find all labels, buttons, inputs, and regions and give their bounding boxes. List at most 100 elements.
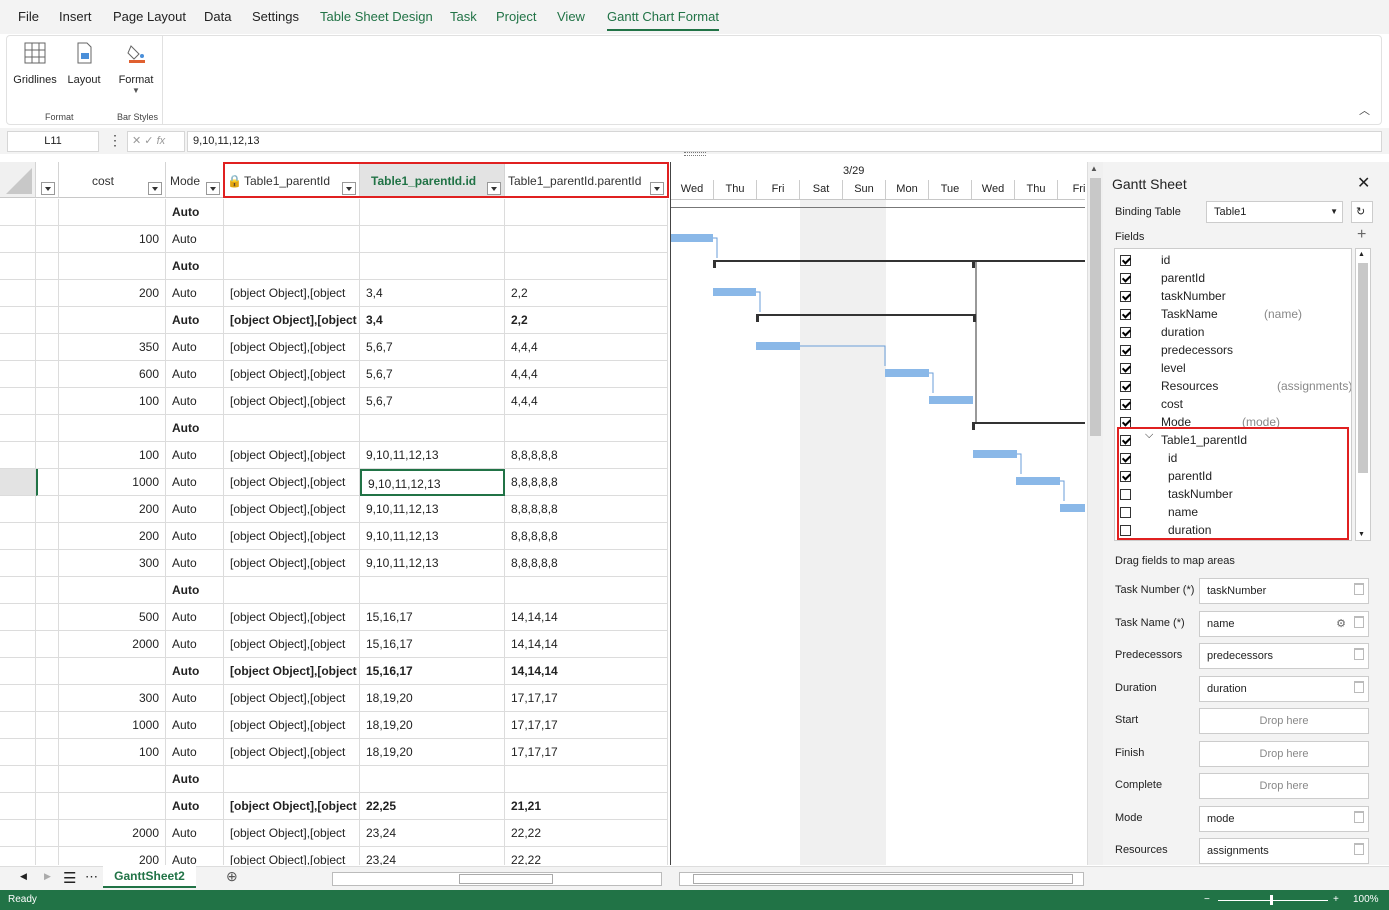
row-header[interactable]: [0, 847, 36, 865]
fx-icon[interactable]: fx: [157, 135, 166, 147]
mode-cell[interactable]: Auto: [166, 631, 224, 658]
parent-cell[interactable]: [object Object],[object: [224, 793, 360, 820]
splitter-handle[interactable]: [684, 152, 706, 156]
row-level-cell[interactable]: [36, 766, 59, 793]
parent-id-cell[interactable]: 5,6,7: [360, 334, 505, 361]
row-level-cell[interactable]: [36, 361, 59, 388]
mode-cell[interactable]: Auto: [166, 523, 224, 550]
zoom-out-icon[interactable]: −: [1204, 890, 1210, 910]
parent-id-cell[interactable]: [360, 577, 505, 604]
parent-id-cell[interactable]: [360, 766, 505, 793]
parent-parentid-cell[interactable]: 8,8,8,8,8: [505, 523, 668, 550]
field-item[interactable]: cost: [1115, 396, 1351, 414]
menu-page-layout[interactable]: Page Layout: [113, 9, 186, 24]
add-field-icon[interactable]: +: [1357, 226, 1366, 244]
mode-cell[interactable]: Auto: [166, 820, 224, 847]
row-level-cell[interactable]: [36, 415, 59, 442]
parent-cell[interactable]: [224, 253, 360, 280]
parent-parentid-cell[interactable]: 8,8,8,8,8: [505, 442, 668, 469]
row-level-cell[interactable]: [36, 685, 59, 712]
gantt-horizontal-scrollbar[interactable]: [679, 872, 1084, 886]
parent-id-cell[interactable]: 23,24: [360, 847, 505, 865]
parent-id-cell[interactable]: 5,6,7: [360, 388, 505, 415]
mode-cell[interactable]: Auto: [166, 739, 224, 766]
parent-parentid-cell[interactable]: 2,2: [505, 280, 668, 307]
parent-id-cell[interactable]: [360, 226, 505, 253]
tab-ganttsheet2[interactable]: GanttSheet2: [103, 866, 196, 888]
filter-dropdown-icon[interactable]: [206, 182, 220, 195]
cost-cell[interactable]: 500: [59, 604, 166, 631]
cost-cell[interactable]: 200: [59, 496, 166, 523]
parent-parentid-cell[interactable]: 21,21: [505, 793, 668, 820]
mode-cell[interactable]: Auto: [166, 388, 224, 415]
field-item[interactable]: TaskName (name): [1115, 306, 1351, 324]
cost-cell[interactable]: 2000: [59, 631, 166, 658]
row-header[interactable]: [0, 226, 36, 253]
field-checkbox[interactable]: [1120, 327, 1131, 338]
cost-cell[interactable]: 200: [59, 523, 166, 550]
parent-cell[interactable]: [object Object],[object: [224, 307, 360, 334]
parent-cell[interactable]: [object Object],[object: [224, 550, 360, 577]
tab-next-icon[interactable]: ▶: [44, 871, 51, 882]
parent-id-cell[interactable]: 9,10,11,12,13: [360, 550, 505, 577]
row-level-cell[interactable]: [36, 631, 59, 658]
cost-cell[interactable]: 200: [59, 280, 166, 307]
mapped-field[interactable]: mode: [1199, 805, 1369, 832]
name-box[interactable]: L11: [7, 131, 99, 152]
refresh-button[interactable]: ↻: [1351, 201, 1373, 223]
cost-cell[interactable]: [59, 415, 166, 442]
row-header[interactable]: [0, 280, 36, 307]
row-header[interactable]: [0, 307, 36, 334]
mode-cell[interactable]: Auto: [166, 307, 224, 334]
mapped-field[interactable]: taskNumber: [1199, 578, 1369, 604]
parent-id-cell[interactable]: 15,16,17: [360, 658, 505, 685]
row-header[interactable]: [0, 415, 36, 442]
parent-cell[interactable]: [224, 766, 360, 793]
mode-cell[interactable]: Auto: [166, 199, 224, 226]
cost-cell[interactable]: 100: [59, 388, 166, 415]
active-cell[interactable]: 9,10,11,12,13: [360, 469, 505, 496]
cost-cell[interactable]: 600: [59, 361, 166, 388]
parent-parentid-cell[interactable]: 4,4,4: [505, 334, 668, 361]
cancel-icon[interactable]: ✕: [132, 135, 141, 147]
field-checkbox[interactable]: [1120, 291, 1131, 302]
filter-dropdown-icon[interactable]: [41, 182, 55, 195]
column-header-blank[interactable]: [36, 162, 59, 198]
mode-cell[interactable]: Auto: [166, 766, 224, 793]
parent-cell[interactable]: [object Object],[object: [224, 712, 360, 739]
parent-id-cell[interactable]: [360, 199, 505, 226]
mode-cell[interactable]: Auto: [166, 361, 224, 388]
mode-cell[interactable]: Auto: [166, 550, 224, 577]
row-level-cell[interactable]: [36, 658, 59, 685]
trash-icon[interactable]: [1354, 648, 1364, 660]
field-checkbox[interactable]: [1120, 273, 1131, 284]
cost-cell[interactable]: 2000: [59, 820, 166, 847]
parent-cell[interactable]: [object Object],[object: [224, 739, 360, 766]
row-level-cell[interactable]: [36, 496, 59, 523]
cost-cell[interactable]: 300: [59, 550, 166, 577]
cost-cell[interactable]: [59, 577, 166, 604]
row-header[interactable]: [0, 658, 36, 685]
collapse-ribbon-icon[interactable]: ︿: [1359, 102, 1370, 118]
mapped-field[interactable]: predecessors: [1199, 643, 1369, 669]
mode-cell[interactable]: Auto: [166, 415, 224, 442]
parent-id-cell[interactable]: 9,10,11,12,13: [360, 442, 505, 469]
row-level-cell[interactable]: [36, 577, 59, 604]
parent-id-cell[interactable]: 3,4: [360, 307, 505, 334]
field-checkbox[interactable]: [1120, 381, 1131, 392]
parent-id-cell[interactable]: 22,25: [360, 793, 505, 820]
parent-id-cell[interactable]: 18,19,20: [360, 712, 505, 739]
field-item[interactable]: Resources (assignments): [1115, 378, 1351, 396]
cost-cell[interactable]: 100: [59, 739, 166, 766]
row-level-cell[interactable]: [36, 388, 59, 415]
grid-hscroll-thumb[interactable]: [459, 874, 553, 884]
layout-button[interactable]: Layout: [63, 42, 105, 86]
menu-file[interactable]: File: [18, 9, 39, 24]
parent-cell[interactable]: [224, 199, 360, 226]
cost-cell[interactable]: 200: [59, 847, 166, 865]
parent-cell[interactable]: [object Object],[object: [224, 685, 360, 712]
parent-cell[interactable]: [object Object],[object: [224, 604, 360, 631]
row-header[interactable]: [0, 550, 36, 577]
grid-horizontal-scrollbar[interactable]: [332, 872, 662, 886]
row-level-cell[interactable]: [36, 523, 59, 550]
